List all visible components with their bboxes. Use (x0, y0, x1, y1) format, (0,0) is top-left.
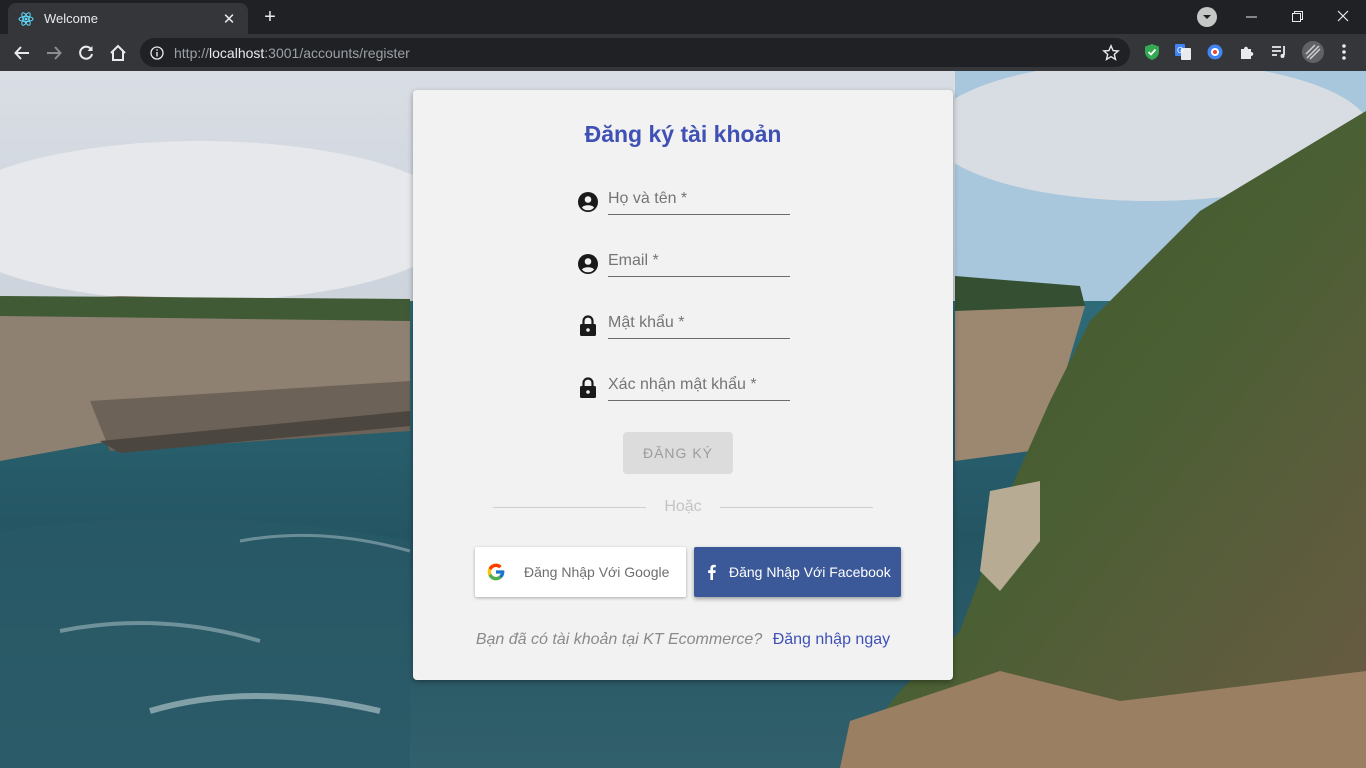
lock-icon (577, 377, 599, 399)
reload-icon[interactable] (73, 40, 99, 66)
close-icon[interactable]: ✕ (220, 10, 238, 28)
google-icon (486, 562, 506, 582)
extension-icon[interactable] (1205, 42, 1225, 62)
media-icon[interactable] (1269, 42, 1289, 62)
shield-icon[interactable] (1142, 42, 1162, 62)
puzzle-icon[interactable] (1237, 42, 1257, 62)
tab-strip: Welcome ✕ + (0, 0, 1366, 34)
plus-icon[interactable]: + (259, 6, 281, 28)
browser-toolbar: http://localhost:3001/accounts/register … (0, 34, 1366, 71)
url-text[interactable]: http://localhost:3001/accounts/register (174, 45, 1102, 61)
google-login-button[interactable]: Đăng Nhập Với Google (475, 547, 686, 597)
facebook-login-label: Đăng Nhập Với Facebook (729, 564, 891, 580)
forward-icon[interactable] (41, 40, 67, 66)
back-icon[interactable] (9, 40, 35, 66)
home-icon[interactable] (105, 40, 131, 66)
register-button[interactable]: ĐĂNG KÝ (623, 432, 733, 474)
login-prompt: Bạn đã có tài khoản tại KT Ecommerce? Đă… (413, 631, 953, 649)
register-card: Đăng ký tài khoản Họ và tên * Email * Mậ… (413, 90, 953, 680)
facebook-icon (704, 564, 718, 580)
email-input[interactable]: Email * (608, 249, 790, 277)
facebook-login-button[interactable]: Đăng Nhập Với Facebook (694, 547, 901, 597)
avatar-icon[interactable] (1301, 40, 1325, 64)
account-circle-icon (577, 253, 599, 275)
tab-title: Welcome (44, 11, 98, 26)
svg-text:G: G (1177, 46, 1183, 55)
translate-icon[interactable]: G (1173, 42, 1193, 62)
lock-icon (577, 315, 599, 337)
divider-left (493, 507, 646, 508)
confirm-password-field[interactable]: Xác nhận mật khẩu * (577, 373, 791, 403)
login-prompt-text: Bạn đã có tài khoản tại KT Ecommerce? (475, 631, 763, 648)
confirm-password-input[interactable]: Xác nhận mật khẩu * (608, 373, 790, 401)
react-icon (18, 11, 34, 27)
divider-or-text: Hoặc (664, 498, 702, 515)
page-viewport: Đăng ký tài khoản Họ và tên * Email * Mậ… (0, 71, 1366, 768)
star-icon[interactable] (1102, 43, 1120, 62)
tab-search-icon[interactable] (1197, 7, 1217, 27)
info-icon[interactable] (150, 45, 164, 60)
address-bar[interactable]: http://localhost:3001/accounts/register (140, 38, 1130, 67)
browser-tab[interactable]: Welcome ✕ (8, 3, 248, 34)
password-field[interactable]: Mật khẩu * (577, 311, 791, 341)
page-title: Đăng ký tài khoản (584, 121, 782, 147)
divider-right (720, 507, 873, 508)
email-field[interactable]: Email * (577, 249, 791, 279)
google-login-label: Đăng Nhập Với Google (524, 564, 670, 580)
account-circle-icon (577, 191, 599, 213)
restore-icon[interactable] (1274, 0, 1320, 32)
minimize-icon[interactable] (1228, 0, 1274, 32)
fullname-field[interactable]: Họ và tên * (577, 187, 791, 217)
fullname-input[interactable]: Họ và tên * (608, 187, 790, 215)
menu-icon[interactable] (1334, 42, 1354, 62)
window-close-icon[interactable] (1320, 0, 1366, 32)
password-input[interactable]: Mật khẩu * (608, 311, 790, 339)
login-now-link[interactable]: Đăng nhập ngay (773, 631, 890, 648)
